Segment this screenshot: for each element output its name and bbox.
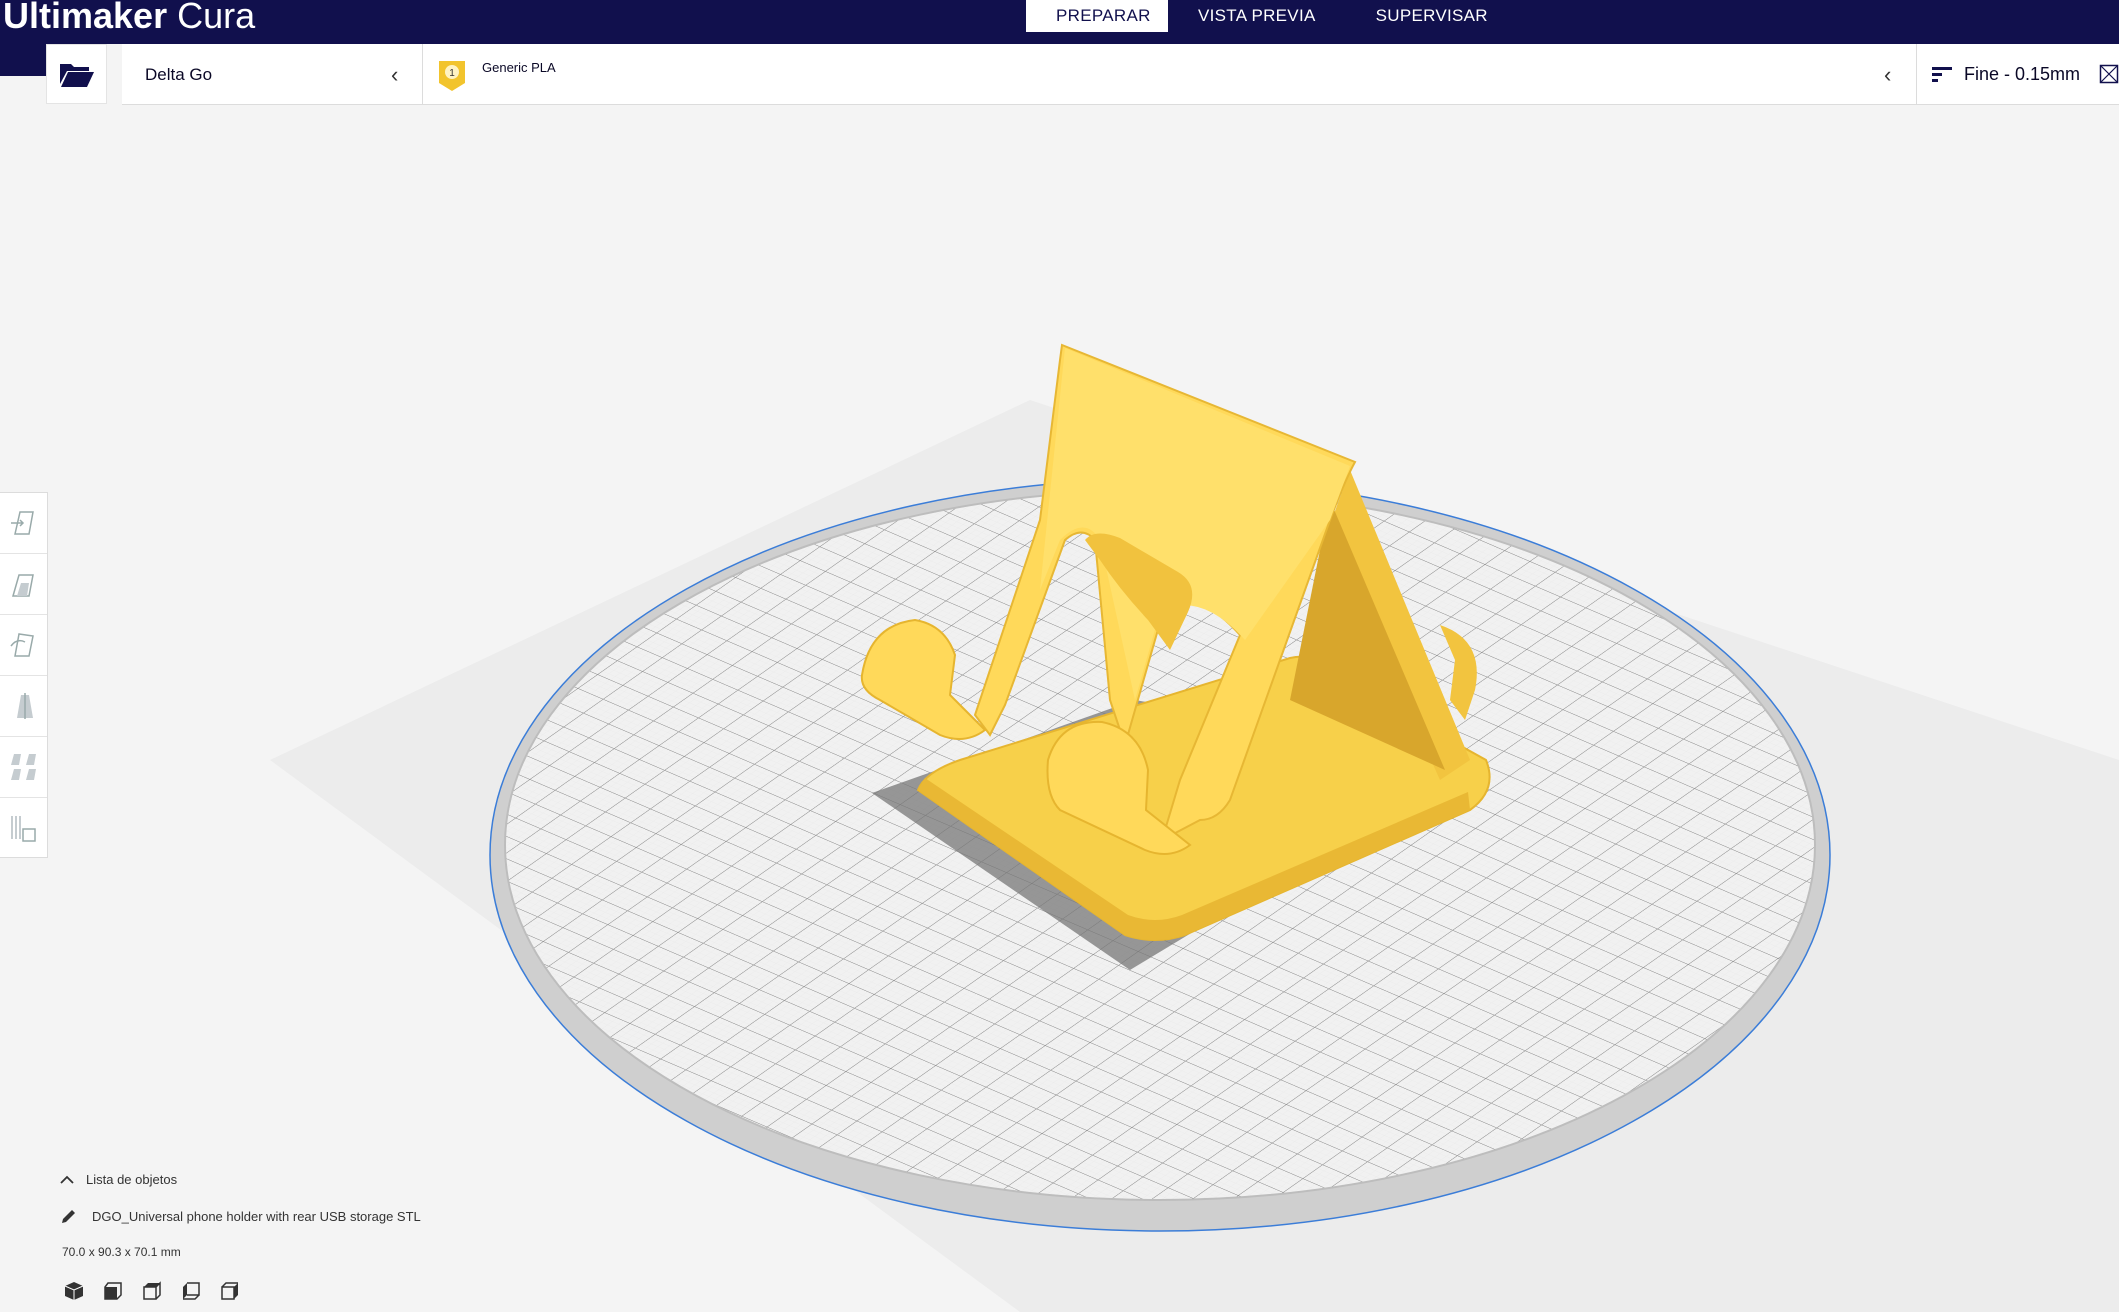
chevron-left-icon[interactable]: ‹: [391, 44, 398, 105]
header-strip: [0, 44, 46, 76]
tab-prepare[interactable]: PREPARAR: [1026, 0, 1168, 32]
divider: [1916, 44, 1917, 105]
extruder-badge-icon[interactable]: 1: [437, 59, 467, 93]
view-left-icon[interactable]: [181, 1281, 201, 1301]
print-settings-icon: [1932, 66, 1952, 82]
object-row[interactable]: DGO_Universal phone holder with rear USB…: [60, 1207, 421, 1225]
printer-name: Delta Go: [145, 64, 213, 84]
chevron-up-icon: [60, 1175, 74, 1184]
scale-tool-button[interactable]: [0, 554, 47, 615]
object-list-title: Lista de objetos: [86, 1172, 178, 1187]
support-blocker-icon: [10, 816, 36, 842]
folder-open-icon: [59, 64, 94, 87]
view-right-icon[interactable]: [220, 1281, 240, 1301]
expand-icon[interactable]: [2099, 64, 2119, 84]
per-model-settings-button[interactable]: [0, 737, 47, 798]
stage-tabs: PREPARAR VISTA PREVIA SUPERVISAR: [1026, 0, 1518, 44]
app-logo: Ultimaker Cura: [3, 0, 256, 36]
extruder-number: 1: [449, 68, 455, 79]
view-front-icon[interactable]: [103, 1281, 123, 1301]
tab-preview[interactable]: VISTA PREVIA: [1168, 0, 1346, 32]
open-file-button[interactable]: [46, 44, 107, 104]
object-name: DGO_Universal phone holder with rear USB…: [92, 1208, 421, 1224]
view-top-icon[interactable]: [142, 1281, 162, 1301]
mirror-icon: [16, 693, 33, 719]
object-list-panel: Lista de objetos DGO_Universal phone hol…: [60, 1172, 421, 1259]
move-icon: [10, 511, 34, 535]
view-3d-icon[interactable]: [64, 1281, 84, 1301]
print-profile-label: Fine - 0.15mm: [1964, 64, 2081, 84]
print-settings-selector[interactable]: Fine - 0.15mm: [1932, 44, 2080, 105]
support-blocker-button[interactable]: [0, 798, 47, 858]
app-header: Ultimaker Cura PREPARAR VISTA PREVIA SUP…: [0, 0, 2119, 44]
chevron-left-icon[interactable]: ‹: [1884, 44, 1891, 105]
3d-viewport[interactable]: [0, 105, 2119, 1312]
per-model-settings-icon: [10, 754, 36, 780]
material-name[interactable]: Generic PLA: [482, 60, 556, 75]
rotate-tool-button[interactable]: [0, 615, 47, 676]
printer-selector[interactable]: Delta Go: [145, 44, 425, 105]
scale-icon: [11, 574, 34, 597]
object-list-toggle[interactable]: Lista de objetos: [60, 1172, 177, 1187]
object-dimensions: 70.0 x 90.3 x 70.1 mm: [62, 1245, 181, 1259]
move-tool-button[interactable]: [0, 493, 47, 554]
tool-panel: [0, 492, 48, 858]
pencil-icon[interactable]: [60, 1207, 78, 1225]
view-orientation-bar: [64, 1281, 240, 1301]
rotate-icon: [9, 633, 34, 657]
mirror-tool-button[interactable]: [0, 676, 47, 737]
divider: [422, 44, 423, 105]
tab-monitor[interactable]: SUPERVISAR: [1346, 0, 1518, 32]
